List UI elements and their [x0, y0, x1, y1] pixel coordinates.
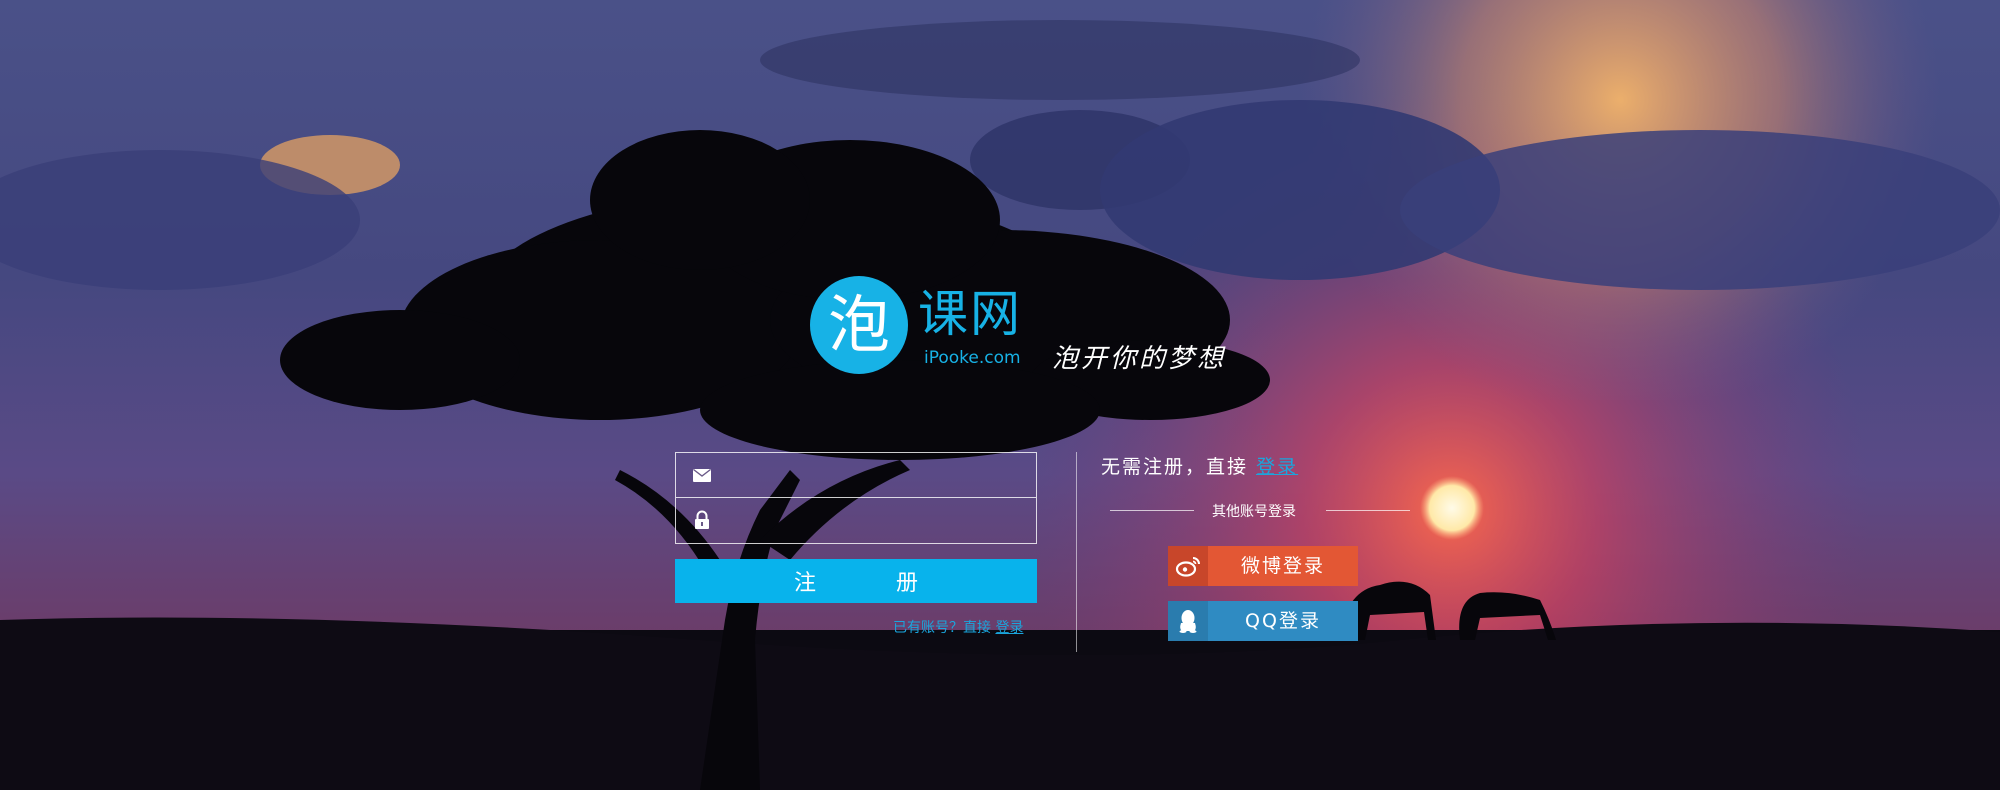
have-account-text: 已有账号？直接: [893, 620, 991, 636]
vertical-divider: [1076, 452, 1077, 652]
register-form: [675, 452, 1037, 544]
qq-login-label: QQ登录: [1245, 610, 1321, 632]
logo-name: 课网: [918, 285, 1022, 343]
weibo-login-button[interactable]: 微博登录: [1168, 546, 1358, 586]
logo-mark: 泡: [810, 276, 908, 374]
weibo-icon: [1168, 546, 1208, 586]
password-input[interactable]: [732, 504, 1026, 538]
email-input[interactable]: [732, 459, 1026, 493]
qq-login-button[interactable]: QQ登录: [1168, 601, 1358, 641]
quick-login-link[interactable]: 登录: [1256, 456, 1298, 478]
slogan: 泡开你的梦想: [1052, 344, 1227, 374]
divider-right: [1326, 510, 1410, 511]
other-accounts-label: 其他账号登录: [1212, 504, 1296, 520]
email-field: [676, 453, 1036, 497]
divider-left: [1110, 510, 1194, 511]
lock-icon: [695, 510, 709, 529]
password-field: [676, 497, 1036, 542]
envelope-icon: [693, 468, 711, 482]
qq-icon: [1168, 601, 1208, 641]
login-link[interactable]: 登录: [995, 620, 1023, 636]
register-button[interactable]: 注册: [675, 559, 1037, 603]
weibo-login-label: 微博登录: [1240, 555, 1325, 577]
background-scene: [0, 0, 2000, 790]
have-account-hint: 已有账号？直接 登录: [893, 617, 1023, 637]
logo-domain: iPooke.com: [924, 348, 1021, 368]
quick-login-text: 无需注册，直接: [1101, 456, 1249, 478]
quick-login-prompt: 无需注册，直接 登录: [1101, 452, 1298, 479]
